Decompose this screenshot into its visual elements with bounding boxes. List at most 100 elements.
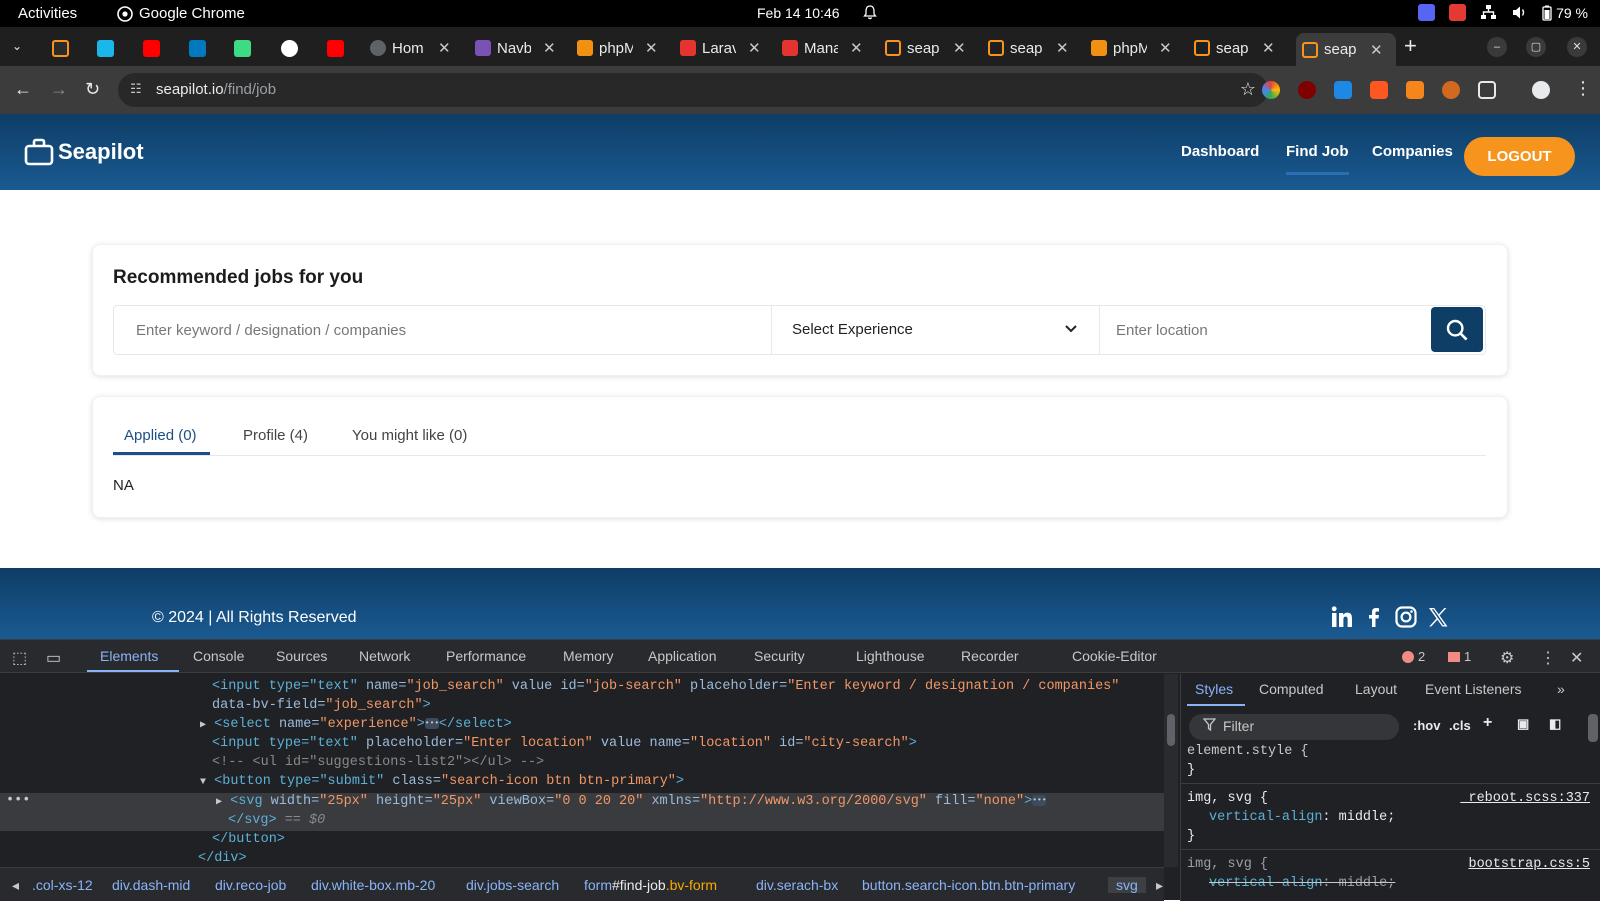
nav-dashboard[interactable]: Dashboard <box>1181 143 1259 160</box>
devtools-tab-application[interactable]: Application <box>648 648 717 664</box>
close-tab-icon[interactable]: ✕ <box>1159 39 1172 57</box>
devtools-tab-recorder[interactable]: Recorder <box>961 648 1019 664</box>
styles-scrollbar-thumb[interactable] <box>1588 714 1598 742</box>
close-tab-icon[interactable]: ✕ <box>1370 41 1383 59</box>
dom-selected-node[interactable]: ••• ▶ <svg width="25px" height="25px" vi… <box>0 793 1164 831</box>
settings-gear-icon[interactable]: ⚙ <box>1500 648 1514 668</box>
chrome-menu-icon[interactable]: ⋮ <box>1574 78 1592 99</box>
styles-filter-input[interactable]: Filter <box>1189 714 1399 740</box>
anydesk-icon[interactable] <box>1449 4 1467 21</box>
ublock-icon[interactable] <box>1298 81 1316 99</box>
extension-red-icon[interactable] <box>1370 81 1388 99</box>
maximize-icon[interactable]: ▢ <box>1526 37 1546 57</box>
elements-dom-tree[interactable]: <input type="text" name="job_search" val… <box>0 674 1164 867</box>
address-bar[interactable]: ☷ seapilot.io/find/job ☆ <box>118 73 1268 107</box>
dom-comment-line[interactable]: <!-- <ul id="suggestions-list2"></ul> --… <box>212 755 544 774</box>
close-tab-icon[interactable]: ✕ <box>850 39 863 57</box>
pinned-tab-openai-icon[interactable] <box>281 40 298 57</box>
dom-node-line[interactable]: <input type="text" name="job_search" val… <box>212 679 1119 698</box>
hover-state-button[interactable]: :hov <box>1413 718 1440 733</box>
rule-source-link[interactable]: _reboot.scss:337 <box>1460 791 1590 806</box>
computed-tab[interactable]: Computed <box>1259 681 1324 697</box>
browser-tab[interactable]: Hom ✕ <box>364 33 451 63</box>
dom-node-line[interactable]: ▶ <select name="experience">•••</select> <box>200 717 512 736</box>
x-twitter-icon[interactable] <box>1426 605 1450 629</box>
tab-applied[interactable]: Applied (0) <box>124 427 197 444</box>
breadcrumb-item[interactable]: div.reco-job <box>215 877 286 893</box>
paint-icon[interactable]: ▣ <box>1517 716 1529 732</box>
experience-select[interactable]: Select Experience <box>771 306 1100 354</box>
pinned-tab-app-icon[interactable] <box>234 40 251 57</box>
profile-icon[interactable] <box>1532 81 1550 99</box>
inspect-element-icon[interactable]: ⬚ <box>12 648 27 668</box>
linkedin-icon[interactable] <box>1330 605 1354 629</box>
extensions-puzzle-icon[interactable] <box>1478 81 1496 99</box>
dom-node-line[interactable]: <input type="text" placeholder="Enter lo… <box>212 736 917 755</box>
expand-triangle-icon[interactable]: ▶ <box>216 797 222 808</box>
devtools-tab-cookie-editor[interactable]: Cookie-Editor <box>1072 648 1157 664</box>
nav-companies[interactable]: Companies <box>1372 143 1453 160</box>
collapse-triangle-icon[interactable]: ▼ <box>200 777 206 788</box>
scrollbar-thumb[interactable] <box>1167 714 1175 746</box>
node-actions-icon[interactable]: ••• <box>6 793 30 808</box>
dom-node-line[interactable]: ▼ <button type="submit" class="search-ic… <box>200 774 684 793</box>
browser-tab[interactable]: phpM ✕ <box>1085 33 1172 63</box>
rule-source-link[interactable]: bootstrap.css:5 <box>1468 857 1590 872</box>
breadcrumb-item[interactable]: div.dash-mid <box>112 877 190 893</box>
error-count-badge[interactable]: 2 <box>1402 649 1425 664</box>
tab-profile[interactable]: Profile (4) <box>243 427 308 444</box>
cookie-icon[interactable] <box>1442 81 1460 99</box>
browser-tab-active[interactable]: seap ✕ <box>1296 33 1396 66</box>
browser-tab[interactable]: Navb ✕ <box>469 33 556 63</box>
devtools-tab-performance[interactable]: Performance <box>446 648 526 664</box>
pinned-tab-trello-icon[interactable] <box>189 40 206 57</box>
devtools-tab-elements[interactable]: Elements <box>100 648 158 664</box>
devtools-tab-lighthouse[interactable]: Lighthouse <box>856 648 925 664</box>
sidebar-toggle-icon[interactable]: ◧ <box>1549 716 1561 732</box>
app-menu[interactable]: Google Chrome <box>117 5 245 22</box>
tab-you-might-like[interactable]: You might like (0) <box>352 427 467 444</box>
devtools-tab-sources[interactable]: Sources <box>276 648 327 664</box>
breadcrumb-item-selected[interactable]: svg <box>1108 877 1146 893</box>
dom-node-line[interactable]: </button> <box>212 832 285 851</box>
logout-button[interactable]: LOGOUT <box>1464 137 1575 176</box>
rule-declaration[interactable]: vertical-align: middle; <box>1209 810 1395 825</box>
dom-scrollbar[interactable] <box>1164 674 1178 867</box>
rule-declaration-overridden[interactable]: vertical-align: middle; <box>1209 876 1395 891</box>
extension-color-icon[interactable] <box>1262 81 1280 99</box>
close-tab-icon[interactable]: ✕ <box>953 39 966 57</box>
class-toggle-button[interactable]: .cls <box>1449 718 1471 733</box>
close-tab-icon[interactable]: ✕ <box>748 39 761 57</box>
nav-find-job[interactable]: Find Job <box>1286 143 1349 175</box>
pinned-tab-vimeo-icon[interactable] <box>97 40 114 57</box>
devtools-tab-network[interactable]: Network <box>359 648 410 664</box>
activities-button[interactable]: Activities <box>18 5 77 22</box>
devtools-tab-console[interactable]: Console <box>193 648 244 664</box>
ellipsis-icon[interactable]: ••• <box>424 717 439 729</box>
breadcrumb-item[interactable]: div.white-box.mb-20 <box>311 877 435 893</box>
breadcrumb-scroll-right-icon[interactable]: ▸ <box>1156 877 1163 894</box>
extension-f-icon[interactable] <box>1334 81 1352 99</box>
location-input[interactable] <box>1101 306 1431 354</box>
issue-count-badge[interactable]: 1 <box>1448 649 1471 664</box>
dom-node-line[interactable]: data-bv-field="job_search"> <box>212 698 431 717</box>
browser-tab[interactable]: seap ✕ <box>1188 33 1275 63</box>
close-window-icon[interactable]: ✕ <box>1567 37 1587 57</box>
close-tab-icon[interactable]: ✕ <box>543 39 556 57</box>
styles-tab[interactable]: Styles <box>1195 681 1233 697</box>
back-icon[interactable]: ← <box>14 79 32 100</box>
device-toolbar-icon[interactable]: ▭ <box>46 648 61 668</box>
close-tab-icon[interactable]: ✕ <box>438 39 451 57</box>
dom-node-line[interactable]: </div> <box>198 851 247 867</box>
close-tab-icon[interactable]: ✕ <box>1262 39 1275 57</box>
devtools-tab-memory[interactable]: Memory <box>563 648 614 664</box>
new-rule-icon[interactable]: + <box>1483 714 1492 732</box>
instagram-icon[interactable] <box>1394 605 1418 629</box>
expand-triangle-icon[interactable]: ▶ <box>200 720 206 731</box>
browser-tab[interactable]: Larav ✕ <box>674 33 761 63</box>
forward-icon[interactable]: → <box>50 79 68 100</box>
search-button[interactable] <box>1431 307 1483 352</box>
breadcrumb-item[interactable]: div.serach-bx <box>756 877 838 893</box>
metamask-icon[interactable] <box>1406 81 1424 99</box>
breadcrumb-item[interactable]: .col-xs-12 <box>32 877 93 893</box>
